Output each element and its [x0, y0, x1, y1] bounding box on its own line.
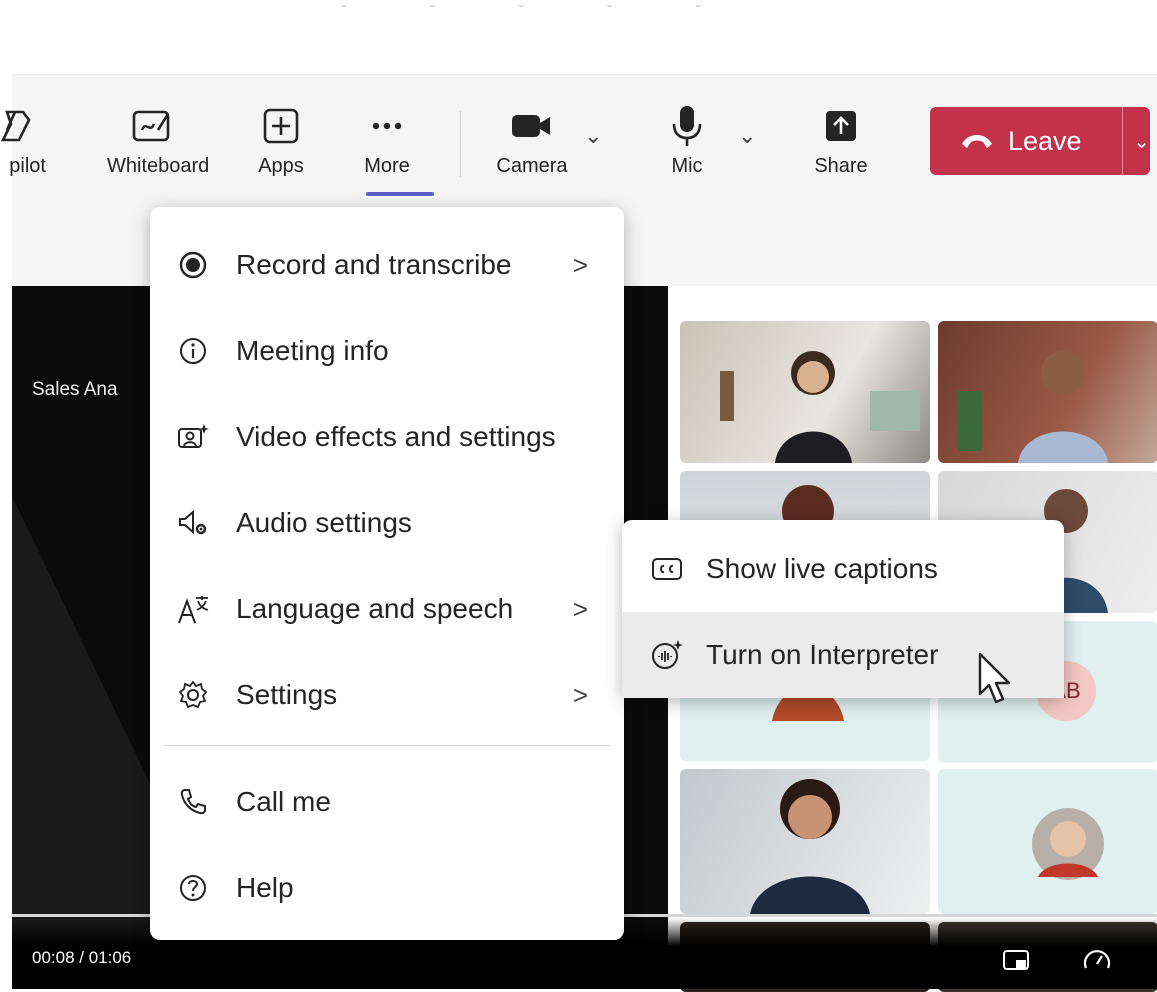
menu-item-call-me[interactable]: Call me — [150, 767, 624, 837]
camera-button[interactable]: Camera — [487, 105, 577, 178]
menu-item-meeting-info[interactable]: Meeting info — [150, 316, 624, 386]
audio-settings-icon — [176, 508, 210, 538]
camera-icon — [487, 105, 577, 147]
info-icon — [176, 336, 210, 366]
participant-video-tile[interactable] — [938, 321, 1157, 463]
whiteboard-icon — [107, 105, 197, 147]
menu-item-language-and-speech[interactable]: Language and speech > — [150, 574, 624, 644]
more-label: More — [364, 155, 410, 177]
menu-item-label: Audio settings — [236, 507, 412, 538]
camera-label: Camera — [496, 155, 568, 177]
playback-speed-icon[interactable] — [1082, 946, 1112, 974]
video-effects-icon — [176, 422, 210, 452]
chevron-right-icon: > — [572, 249, 588, 280]
submenu-item-label: Turn on Interpreter — [706, 639, 939, 670]
whiteboard-label: Whiteboard — [107, 155, 210, 177]
chevron-right-icon: > — [572, 679, 588, 710]
record-icon — [176, 250, 210, 280]
meeting-header: ˘ ˘ ˘ ˘ ˘ — [12, 0, 1157, 75]
menu-item-label: Help — [236, 872, 294, 903]
more-menu: Record and transcribe > Meeting info Vid… — [150, 207, 624, 940]
gear-icon — [176, 679, 210, 711]
participant-figure — [720, 351, 920, 463]
menu-item-label: Call me — [236, 786, 331, 817]
camera-options-chevron-icon[interactable]: ⌄ — [584, 123, 602, 149]
help-icon — [176, 873, 210, 903]
apps-label: Apps — [258, 155, 304, 177]
menu-item-settings[interactable]: Settings > — [150, 660, 624, 730]
share-label: Share — [814, 155, 868, 177]
participant-figure — [958, 351, 1108, 463]
playback-time: 00:08 / 01:06 — [32, 948, 132, 967]
mic-label: Mic — [671, 155, 703, 177]
leave-options-chevron-icon[interactable]: ⌄ — [1133, 129, 1150, 154]
chevron-right-icon: > — [572, 593, 588, 624]
leave-button[interactable]: Leave ⌄ — [930, 107, 1150, 175]
more-active-indicator — [366, 192, 434, 196]
copilot-label: pilot — [9, 155, 46, 177]
copilot-icon — [0, 105, 62, 147]
more-icon — [342, 105, 432, 147]
menu-item-video-effects[interactable]: Video effects and settings — [150, 402, 624, 472]
toolbar-divider — [460, 111, 461, 177]
apps-button[interactable]: Apps — [236, 105, 326, 178]
more-button[interactable]: More — [342, 105, 432, 178]
interpreter-icon — [650, 639, 684, 671]
hang-up-icon — [960, 126, 994, 157]
whiteboard-button[interactable]: Whiteboard — [107, 105, 210, 178]
apps-icon — [236, 105, 326, 147]
menu-item-audio-settings[interactable]: Audio settings — [150, 488, 624, 558]
mic-icon — [642, 105, 732, 147]
mic-options-chevron-icon[interactable]: ⌄ — [738, 123, 756, 149]
stage-title: Sales Ana — [32, 379, 118, 400]
leave-divider — [1122, 107, 1124, 175]
menu-divider — [164, 745, 610, 746]
menu-item-label: Settings — [236, 679, 338, 710]
language-icon — [176, 593, 210, 625]
share-button[interactable]: Share — [796, 105, 886, 178]
menu-item-label: Video effects and settings — [236, 421, 556, 452]
menu-item-label: Language and speech — [236, 593, 514, 624]
avatar — [1032, 808, 1104, 880]
menu-item-label: Meeting info — [236, 335, 389, 366]
participant-video-tile[interactable] — [680, 769, 930, 914]
phone-icon — [176, 787, 210, 817]
submenu-item-label: Show live captions — [706, 553, 938, 584]
captions-icon — [650, 556, 684, 582]
captions-toggle-icon[interactable] — [1002, 948, 1032, 974]
share-icon — [796, 105, 886, 147]
menu-item-help[interactable]: Help — [150, 853, 624, 923]
mic-button[interactable]: Mic — [642, 105, 732, 178]
leave-label: Leave — [1008, 125, 1082, 156]
submenu-item-show-live-captions[interactable]: Show live captions — [622, 526, 1064, 612]
participant-video-tile[interactable] — [680, 321, 930, 463]
menu-item-label: Record and transcribe — [236, 249, 512, 280]
mouse-pointer-icon — [978, 652, 1011, 704]
participant-figure — [750, 779, 870, 914]
menu-item-record-and-transcribe[interactable]: Record and transcribe > — [150, 230, 624, 300]
copilot-button[interactable]: pilot — [0, 105, 62, 178]
participant-avatar-tile[interactable] — [938, 769, 1157, 914]
header-cropped-text: ˘ ˘ ˘ ˘ ˘ — [342, 2, 741, 18]
